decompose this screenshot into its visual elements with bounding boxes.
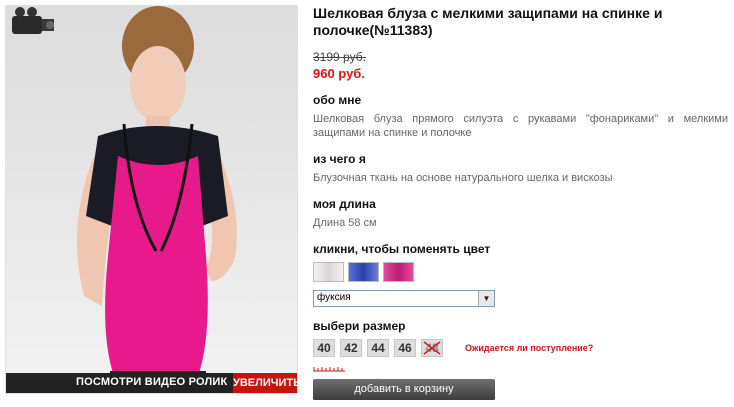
product-info: Шелковая блуза с мелкими защипами на спи… — [313, 5, 728, 390]
video-camera-icon[interactable] — [6, 6, 58, 40]
color-swatch-white[interactable] — [313, 262, 344, 282]
material-heading: из чего я — [313, 152, 366, 166]
ruler-icon — [313, 367, 345, 372]
add-to-cart-button[interactable]: добавить в корзину — [313, 379, 495, 400]
old-price: 3199 руб. — [313, 50, 366, 64]
new-price: 960 руб. — [313, 66, 365, 81]
unavailable-cross-icon — [423, 341, 441, 355]
size-options: 40 42 44 46 48 Ожидается ли поступление? — [313, 339, 728, 357]
color-select-value: фуксия — [317, 292, 351, 303]
length-text: Длина 58 см — [313, 217, 377, 229]
size-option-46[interactable]: 46 — [394, 339, 416, 357]
material-text: Блузочная ткань на основе натурального ш… — [313, 172, 613, 184]
watch-video-label: ПОСМОТРИ ВИДЕО РОЛИК — [76, 376, 228, 388]
about-heading: обо мне — [313, 93, 362, 107]
color-swatch-blue[interactable] — [348, 262, 379, 282]
zoom-button[interactable]: УВЕЛИЧИТЬ — [233, 373, 297, 393]
restock-inquiry-link[interactable]: Ожидается ли поступление? — [465, 343, 593, 353]
model-illustration — [76, 6, 237, 393]
size-option-40[interactable]: 40 — [313, 339, 335, 357]
size-heading: выбери размер — [313, 319, 406, 333]
color-select[interactable]: фуксия ▼ — [313, 290, 495, 307]
about-text: Шелковая блуза прямого силуэта с рукавам… — [313, 113, 728, 139]
size-option-42[interactable]: 42 — [340, 339, 362, 357]
chevron-down-icon[interactable]: ▼ — [478, 291, 494, 306]
size-option-44[interactable]: 44 — [367, 339, 389, 357]
length-heading: моя длина — [313, 197, 376, 211]
color-heading: кликни, чтобы поменять цвет — [313, 242, 491, 256]
watch-video-bar[interactable]: ПОСМОТРИ ВИДЕО РОЛИК — [6, 373, 237, 393]
color-swatch-fuchsia[interactable] — [383, 262, 414, 282]
color-swatches — [313, 262, 728, 282]
product-title: Шелковая блуза с мелкими защипами на спи… — [313, 5, 663, 38]
size-option-48: 48 — [421, 339, 443, 357]
product-photo[interactable]: ПОСМОТРИ ВИДЕО РОЛИК УВЕЛИЧИТЬ — [5, 5, 298, 394]
